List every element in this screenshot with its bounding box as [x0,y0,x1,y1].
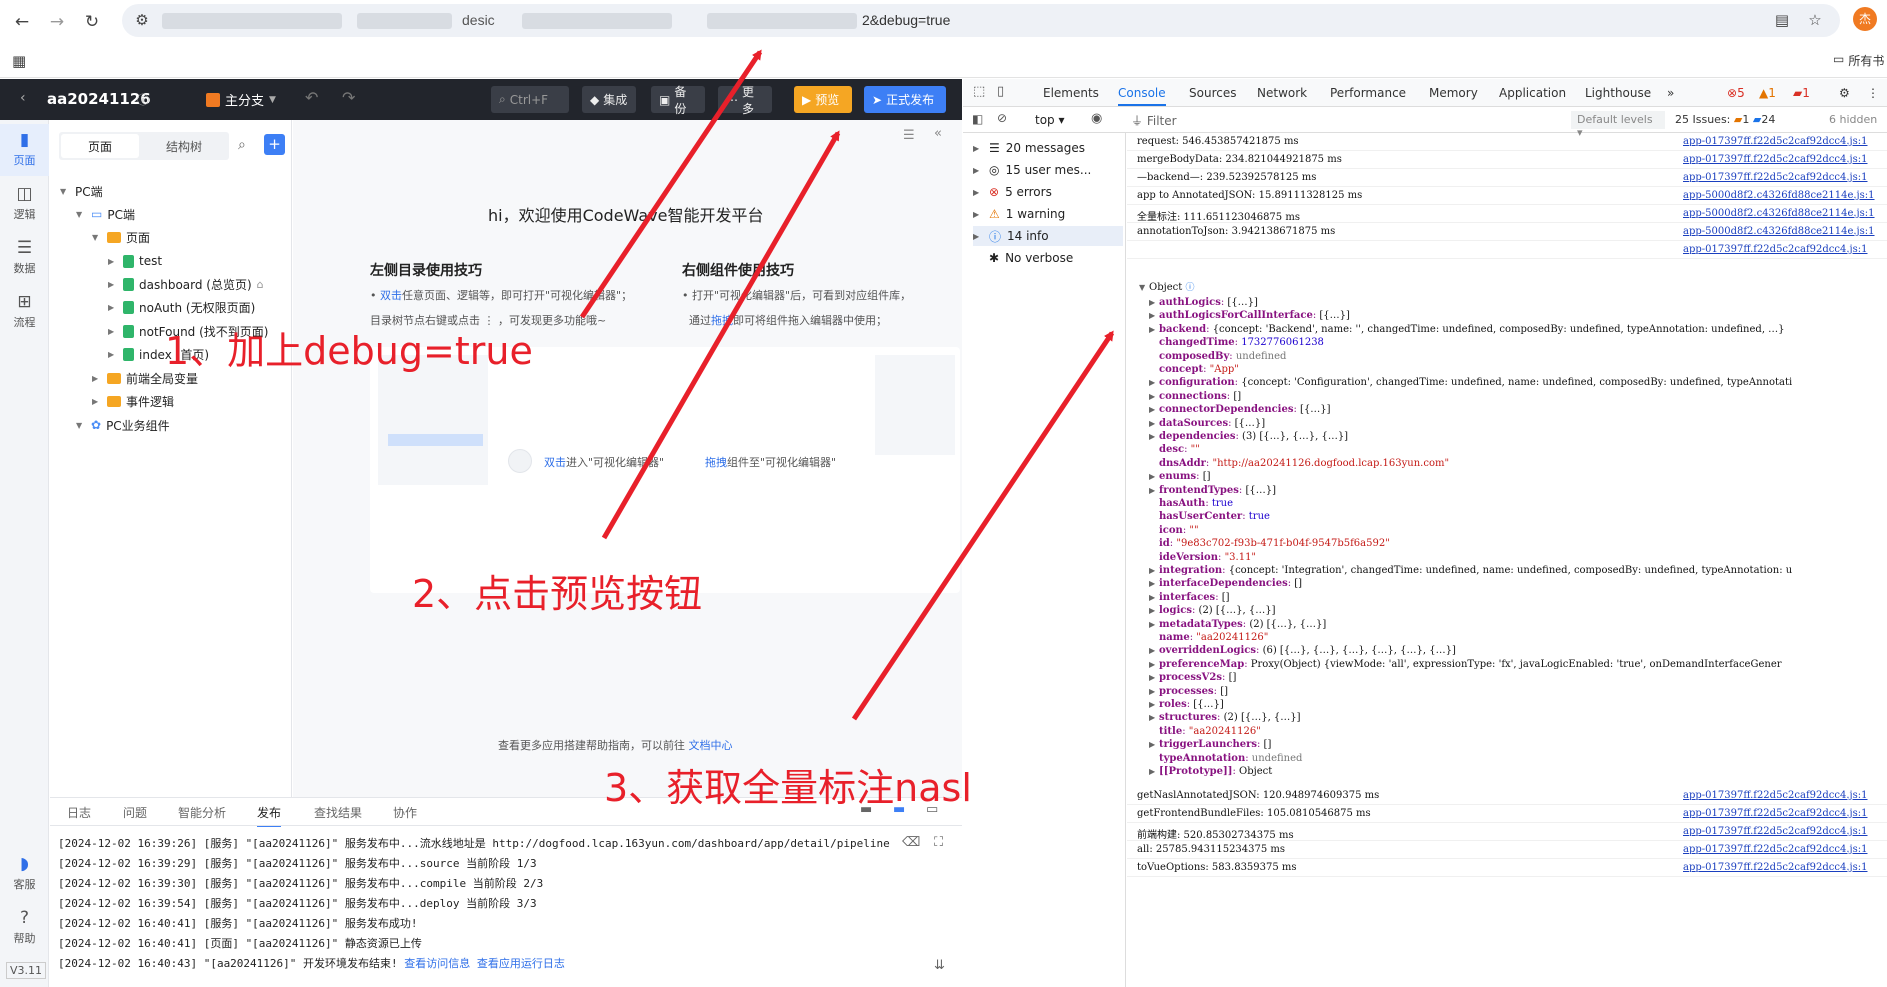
arrow-to-object [851,330,1115,721]
annotation-step1: 1、加上debug=true [165,329,533,373]
annotation-step3: 3、获取全量标注nasl [604,766,972,810]
arrow-to-preview [601,130,841,540]
arrow-to-url [579,49,763,319]
annotation-arrows [579,49,1115,721]
annotation-step2: 2、点击预览按钮 [412,572,703,616]
